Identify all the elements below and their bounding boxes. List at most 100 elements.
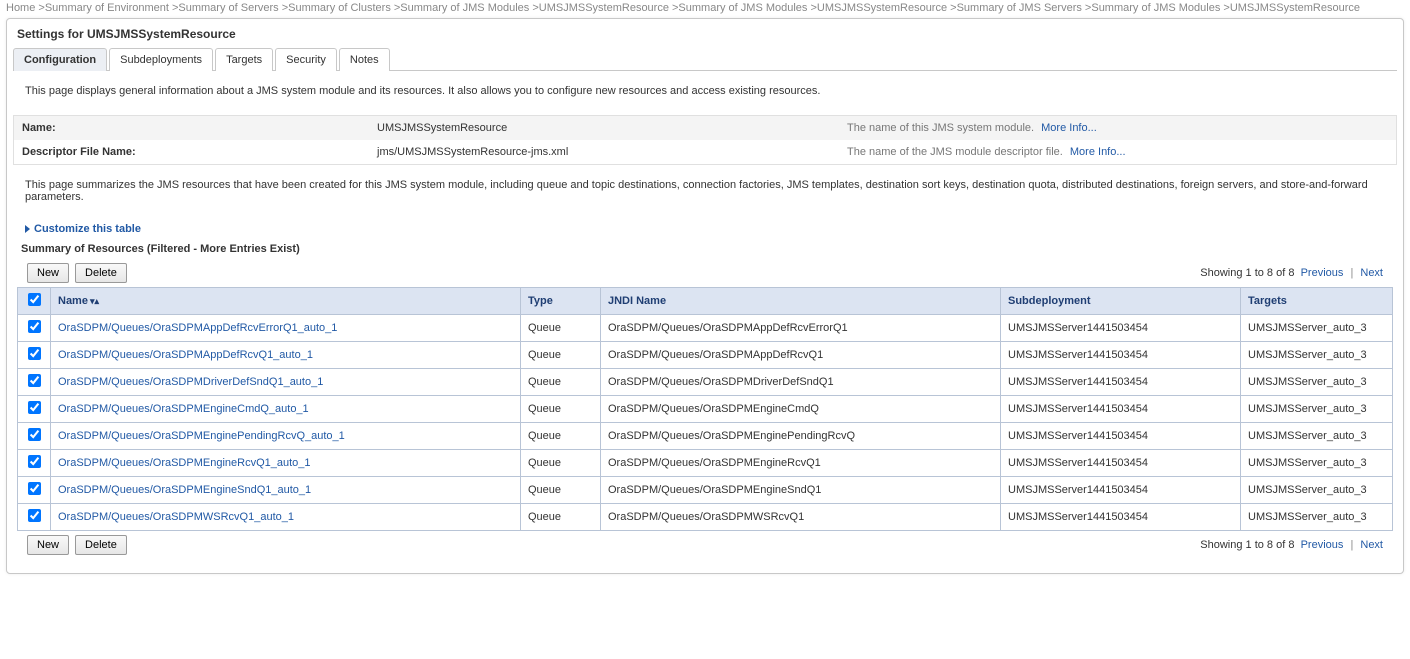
row-checkbox[interactable] xyxy=(28,374,41,387)
cell-type: Queue xyxy=(521,504,601,531)
table-toolbar-top: New Delete Showing 1 to 8 of 8 Previous … xyxy=(17,259,1393,287)
property-help: The name of the JMS module descriptor fi… xyxy=(847,146,1388,158)
paging-top: Showing 1 to 8 of 8 Previous | Next xyxy=(1200,267,1383,279)
cell-targets: UMSJMSServer_auto_3 xyxy=(1241,477,1393,504)
breadcrumb: Home >Summary of Environment >Summary of… xyxy=(0,0,1410,18)
cell-jndi: OraSDPM/Queues/OraSDPMWSRcvQ1 xyxy=(601,504,1001,531)
select-all-checkbox[interactable] xyxy=(28,293,41,306)
paging-text: Showing 1 to 8 of 8 xyxy=(1200,267,1294,279)
tab-security[interactable]: Security xyxy=(275,48,337,71)
row-checkbox[interactable] xyxy=(28,401,41,414)
cell-jndi: OraSDPM/Queues/OraSDPMAppDefRcvErrorQ1 xyxy=(601,315,1001,342)
panel-title: Settings for UMSJMSSystemResource xyxy=(7,19,1403,47)
table-row: OraSDPM/Queues/OraSDPMEngineRcvQ1_auto_1… xyxy=(18,450,1393,477)
col-name[interactable]: Name▾▴ xyxy=(51,288,521,315)
paging-text-bottom: Showing 1 to 8 of 8 xyxy=(1200,539,1294,551)
tab-notes[interactable]: Notes xyxy=(339,48,390,71)
resource-name-link[interactable]: OraSDPM/Queues/OraSDPMDriverDefSndQ1_aut… xyxy=(58,376,323,388)
cell-subdeployment: UMSJMSServer1441503454 xyxy=(1001,315,1241,342)
previous-link-bottom[interactable]: Previous xyxy=(1301,539,1344,551)
cell-type: Queue xyxy=(521,315,601,342)
resource-name-link[interactable]: OraSDPM/Queues/OraSDPMEngineRcvQ1_auto_1 xyxy=(58,457,311,469)
settings-panel: Settings for UMSJMSSystemResource Config… xyxy=(6,18,1404,574)
table-row: OraSDPM/Queues/OraSDPMAppDefRcvQ1_auto_1… xyxy=(18,342,1393,369)
col-subdeployment[interactable]: Subdeployment xyxy=(1001,288,1241,315)
col-jndi[interactable]: JNDI Name xyxy=(601,288,1001,315)
cell-subdeployment: UMSJMSServer1441503454 xyxy=(1001,342,1241,369)
table-row: OraSDPM/Queues/OraSDPMEngineSndQ1_auto_1… xyxy=(18,477,1393,504)
resource-name-link[interactable]: OraSDPM/Queues/OraSDPMEngineCmdQ_auto_1 xyxy=(58,403,309,415)
cell-targets: UMSJMSServer_auto_3 xyxy=(1241,315,1393,342)
cell-type: Queue xyxy=(521,369,601,396)
tab-targets[interactable]: Targets xyxy=(215,48,273,71)
table-toolbar-bottom: New Delete Showing 1 to 8 of 8 Previous … xyxy=(17,531,1393,559)
cell-targets: UMSJMSServer_auto_3 xyxy=(1241,450,1393,477)
more-info-link[interactable]: More Info... xyxy=(1041,122,1097,134)
table-row: OraSDPM/Queues/OraSDPMEnginePendingRcvQ_… xyxy=(18,423,1393,450)
cell-subdeployment: UMSJMSServer1441503454 xyxy=(1001,450,1241,477)
resource-name-link[interactable]: OraSDPM/Queues/OraSDPMEngineSndQ1_auto_1 xyxy=(58,484,311,496)
property-value: jms/UMSJMSSystemResource-jms.xml xyxy=(377,146,847,158)
delete-button[interactable]: Delete xyxy=(75,263,127,283)
resource-name-link[interactable]: OraSDPM/Queues/OraSDPMEnginePendingRcvQ_… xyxy=(58,430,345,442)
previous-link[interactable]: Previous xyxy=(1301,267,1344,279)
paging-bottom: Showing 1 to 8 of 8 Previous | Next xyxy=(1200,539,1383,551)
col-type[interactable]: Type xyxy=(521,288,601,315)
next-link-bottom[interactable]: Next xyxy=(1360,539,1383,551)
property-label: Name: xyxy=(22,122,377,134)
page-description-2: This page summarizes the JMS resources t… xyxy=(7,165,1403,217)
cell-jndi: OraSDPM/Queues/OraSDPMEnginePendingRcvQ xyxy=(601,423,1001,450)
table-row: OraSDPM/Queues/OraSDPMAppDefRcvErrorQ1_a… xyxy=(18,315,1393,342)
resources-table: Name▾▴ Type JNDI Name Subdeployment Targ… xyxy=(17,287,1393,531)
page-description-1: This page displays general information a… xyxy=(7,71,1403,111)
col-targets[interactable]: Targets xyxy=(1241,288,1393,315)
disclosure-icon xyxy=(25,225,30,233)
property-row: Name:UMSJMSSystemResourceThe name of thi… xyxy=(14,116,1396,140)
resource-name-link[interactable]: OraSDPM/Queues/OraSDPMAppDefRcvErrorQ1_a… xyxy=(58,322,337,334)
resource-name-link[interactable]: OraSDPM/Queues/OraSDPMAppDefRcvQ1_auto_1 xyxy=(58,349,313,361)
resources-section-title: Summary of Resources (Filtered - More En… xyxy=(7,241,1403,259)
cell-subdeployment: UMSJMSServer1441503454 xyxy=(1001,423,1241,450)
row-checkbox[interactable] xyxy=(28,347,41,360)
cell-targets: UMSJMSServer_auto_3 xyxy=(1241,396,1393,423)
cell-targets: UMSJMSServer_auto_3 xyxy=(1241,504,1393,531)
cell-jndi: OraSDPM/Queues/OraSDPMEngineCmdQ xyxy=(601,396,1001,423)
more-info-link[interactable]: More Info... xyxy=(1070,146,1126,158)
cell-type: Queue xyxy=(521,396,601,423)
cell-jndi: OraSDPM/Queues/OraSDPMEngineRcvQ1 xyxy=(601,450,1001,477)
cell-type: Queue xyxy=(521,423,601,450)
row-checkbox[interactable] xyxy=(28,509,41,522)
customize-label: Customize this table xyxy=(34,223,141,235)
cell-jndi: OraSDPM/Queues/OraSDPMAppDefRcvQ1 xyxy=(601,342,1001,369)
property-row: Descriptor File Name:jms/UMSJMSSystemRes… xyxy=(14,140,1396,164)
property-value: UMSJMSSystemResource xyxy=(377,122,847,134)
select-all-header[interactable] xyxy=(18,288,51,315)
cell-targets: UMSJMSServer_auto_3 xyxy=(1241,423,1393,450)
sort-asc-icon: ▾▴ xyxy=(90,296,99,306)
delete-button-bottom[interactable]: Delete xyxy=(75,535,127,555)
property-label: Descriptor File Name: xyxy=(22,146,377,158)
cell-targets: UMSJMSServer_auto_3 xyxy=(1241,369,1393,396)
cell-jndi: OraSDPM/Queues/OraSDPMDriverDefSndQ1 xyxy=(601,369,1001,396)
property-help: The name of this JMS system module. More… xyxy=(847,122,1388,134)
resource-name-link[interactable]: OraSDPM/Queues/OraSDPMWSRcvQ1_auto_1 xyxy=(58,511,294,523)
new-button-bottom[interactable]: New xyxy=(27,535,69,555)
tab-configuration[interactable]: Configuration xyxy=(13,48,107,71)
new-button[interactable]: New xyxy=(27,263,69,283)
properties-table: Name:UMSJMSSystemResourceThe name of thi… xyxy=(13,115,1397,165)
cell-subdeployment: UMSJMSServer1441503454 xyxy=(1001,396,1241,423)
cell-subdeployment: UMSJMSServer1441503454 xyxy=(1001,477,1241,504)
tab-subdeployments[interactable]: Subdeployments xyxy=(109,48,213,71)
cell-jndi: OraSDPM/Queues/OraSDPMEngineSndQ1 xyxy=(601,477,1001,504)
row-checkbox[interactable] xyxy=(28,320,41,333)
table-row: OraSDPM/Queues/OraSDPMDriverDefSndQ1_aut… xyxy=(18,369,1393,396)
row-checkbox[interactable] xyxy=(28,428,41,441)
customize-table-link[interactable]: Customize this table xyxy=(15,217,1403,241)
row-checkbox[interactable] xyxy=(28,482,41,495)
table-row: OraSDPM/Queues/OraSDPMWSRcvQ1_auto_1 Queu… xyxy=(18,504,1393,531)
next-link[interactable]: Next xyxy=(1360,267,1383,279)
cell-type: Queue xyxy=(521,342,601,369)
cell-subdeployment: UMSJMSServer1441503454 xyxy=(1001,369,1241,396)
row-checkbox[interactable] xyxy=(28,455,41,468)
cell-targets: UMSJMSServer_auto_3 xyxy=(1241,342,1393,369)
